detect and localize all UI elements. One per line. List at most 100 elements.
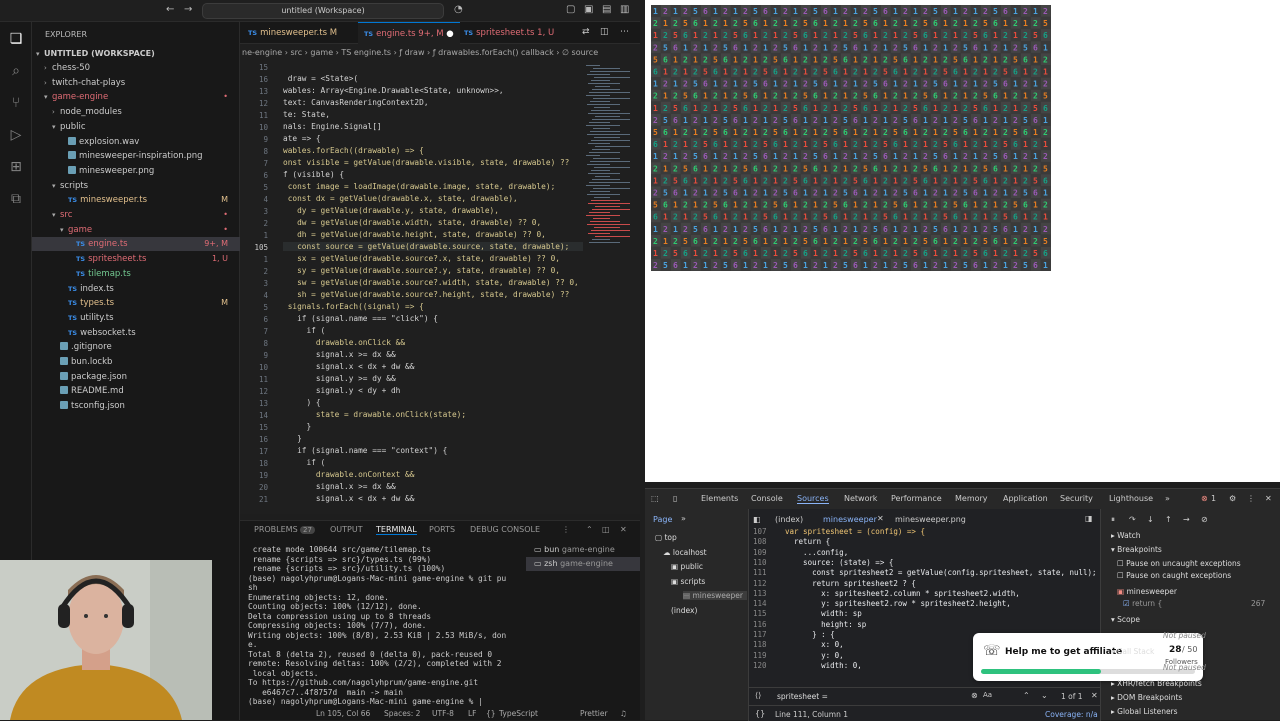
tree-item[interactable]: package.json (32, 370, 240, 384)
tree-item[interactable]: explosion.wav (32, 135, 240, 149)
navigator-item[interactable]: ▢ top (655, 533, 677, 542)
minimap[interactable] (584, 61, 640, 514)
back-icon[interactable]: ← (166, 4, 174, 15)
match-case-icon[interactable]: Aa (983, 691, 992, 699)
tab-performance[interactable]: Performance (891, 494, 942, 503)
kebab-menu-icon[interactable]: ⋮ (1247, 494, 1255, 503)
tab-page[interactable]: Page (653, 515, 672, 524)
close-tab-icon[interactable]: ✕ (877, 514, 884, 523)
coverage-status[interactable]: Coverage: n/a (1045, 710, 1098, 719)
tree-item[interactable]: TS spritesheet.ts 1, U (32, 252, 240, 266)
new-terminal-icon[interactable]: ⋮ (562, 525, 570, 534)
scope-section[interactable]: ▾ Scope (1111, 615, 1140, 624)
settings-gear-icon[interactable]: ⚙ (1229, 494, 1236, 503)
tree-item[interactable]: ▾ game • (32, 223, 240, 237)
tab-network[interactable]: Network (844, 494, 877, 503)
tab-application[interactable]: Application (1003, 494, 1048, 503)
prev-match-icon[interactable]: ⌃ (1023, 691, 1030, 700)
breakpoint-entry[interactable]: ☑ return { (1123, 599, 1162, 608)
deactivate-breakpoints-icon[interactable]: ⊘ (1201, 515, 1208, 524)
source-line-number[interactable]: 114 (753, 599, 767, 608)
workspace-header[interactable]: ▾ UNTITLED (WORKSPACE) (32, 47, 240, 61)
source-line-number[interactable]: 116 (753, 620, 767, 629)
tree-item[interactable]: TS index.ts (32, 282, 240, 296)
tree-item[interactable]: ▾ public (32, 120, 240, 134)
tree-item[interactable]: TS websocket.ts (32, 326, 240, 340)
maximize-panel-icon[interactable]: ⌃ (586, 525, 593, 534)
split-terminal-icon[interactable]: ◫ (602, 525, 610, 534)
close-panel-icon[interactable]: ✕ (620, 525, 627, 534)
language-mode[interactable]: TypeScript (499, 708, 538, 720)
tree-item[interactable]: README.md (32, 384, 240, 398)
file-tab-png[interactable]: minesweeper.png (895, 515, 966, 524)
terminal-item-bun[interactable]: ▭ bun game-engine (526, 543, 640, 557)
step-out-icon[interactable]: ↑ (1165, 515, 1172, 524)
extensions-icon[interactable]: ⊞ (7, 158, 25, 176)
tab-engine[interactable]: TS engine.ts 9+, M ● (358, 22, 460, 44)
tab-security[interactable]: Security (1060, 494, 1093, 503)
source-control-icon[interactable]: ⑂ (7, 94, 25, 112)
tab-debug-console[interactable]: DEBUG CONSOLE (470, 525, 540, 534)
tab-terminal[interactable]: TERMINAL (376, 525, 417, 535)
find-input[interactable]: spritesheet = (777, 692, 828, 701)
minesweeper-grid[interactable]: 1212561212561212561212561212561212561212… (651, 5, 1051, 271)
pause-caught-checkbox[interactable]: ☐ Pause on caught exceptions (1117, 571, 1231, 580)
toggle-navigator-icon[interactable]: ◧ (753, 515, 761, 524)
terminal-item-zsh[interactable]: ▭ zsh game-engine (526, 557, 640, 571)
tree-item[interactable]: › node_modules (32, 105, 240, 119)
file-tab-index[interactable]: (index) (775, 515, 803, 524)
source-line-number[interactable]: 113 (753, 589, 767, 598)
next-match-icon[interactable]: ⌄ (1041, 691, 1048, 700)
step-over-icon[interactable]: ↷ (1129, 515, 1136, 524)
command-center[interactable]: untitled (Workspace) (202, 3, 444, 19)
cursor-position[interactable]: Ln 105, Col 66 (316, 708, 370, 720)
encoding[interactable]: UTF-8 (432, 708, 454, 720)
tree-item[interactable]: minesweeper.png (32, 164, 240, 178)
more-icon[interactable]: » (681, 514, 686, 523)
braces-icon[interactable]: {} (486, 708, 496, 720)
breadcrumb[interactable]: ne-engine › src › game › TS engine.ts › … (240, 44, 640, 61)
source-line-number[interactable]: 115 (753, 609, 767, 618)
dom-breakpoints-section[interactable]: ▸ DOM Breakpoints (1111, 693, 1182, 702)
tab-console[interactable]: Console (751, 494, 783, 503)
customize-layout-icon[interactable]: ▥ (620, 4, 629, 15)
tab-ports[interactable]: PORTS (429, 525, 455, 534)
pretty-print-icon[interactable]: {} (755, 709, 765, 718)
pause-icon[interactable]: ⏸ (1111, 515, 1115, 525)
tab-minesweeper[interactable]: TS minesweeper.ts M (242, 22, 343, 44)
minesweeper-canvas[interactable]: 1212561212561212561212561212561212561212… (651, 5, 1051, 271)
code-editor[interactable]: 15 16 draw = <State>(13 wables: Array<Engi… (240, 61, 584, 514)
source-line-number[interactable]: 111 (753, 568, 767, 577)
more-actions-icon[interactable]: ⋯ (620, 27, 629, 37)
remote-icon[interactable]: ⧉ (7, 190, 25, 208)
source-line-number[interactable]: 107 (753, 527, 767, 536)
tab-sources[interactable]: Sources (797, 494, 829, 504)
source-line-number[interactable]: 119 (753, 651, 767, 660)
device-toolbar-icon[interactable]: ▯ (673, 494, 677, 503)
source-viewer[interactable]: ◧ (index) minesweeper ✕ minesweeper.png … (749, 509, 1203, 721)
source-line-number[interactable]: 120 (753, 661, 767, 670)
toggle-panel-icon[interactable]: ▤ (602, 4, 611, 15)
watch-section[interactable]: ▸ Watch (1111, 531, 1141, 540)
tree-item[interactable]: .gitignore (32, 340, 240, 354)
file-tab-minesweeper[interactable]: minesweeper (823, 515, 877, 524)
navigator-item[interactable]: ▣ public (671, 562, 703, 571)
navigator-item[interactable]: ▣ scripts (671, 577, 705, 586)
toggle-debugger-icon[interactable]: ◨ (1085, 514, 1093, 523)
terminal-output[interactable]: create mode 100644 src/game/tilemap.ts r… (248, 545, 518, 707)
tab-lighthouse[interactable]: Lighthouse (1109, 494, 1153, 503)
source-line-number[interactable]: 108 (753, 537, 767, 546)
indentation[interactable]: Spaces: 2 (384, 708, 420, 720)
forward-icon[interactable]: → (184, 4, 192, 15)
line-ending[interactable]: LF (468, 708, 477, 720)
search-icon[interactable]: ⌕ (7, 62, 25, 80)
tree-item[interactable]: TS types.ts M (32, 296, 240, 310)
tree-item[interactable]: TS minesweeper.ts M (32, 193, 240, 207)
call-stack-section[interactable]: ▾ Call Stack (1111, 647, 1154, 656)
tab-elements[interactable]: Elements (701, 494, 738, 503)
toggle-sidebar-icon[interactable]: ▣ (584, 4, 593, 15)
tree-item[interactable]: tsconfig.json (32, 399, 240, 413)
unsaved-dot-icon[interactable]: ● (446, 29, 453, 39)
tree-item[interactable]: TS utility.ts (32, 311, 240, 325)
breakpoints-section[interactable]: ▾ Breakpoints (1111, 545, 1162, 554)
